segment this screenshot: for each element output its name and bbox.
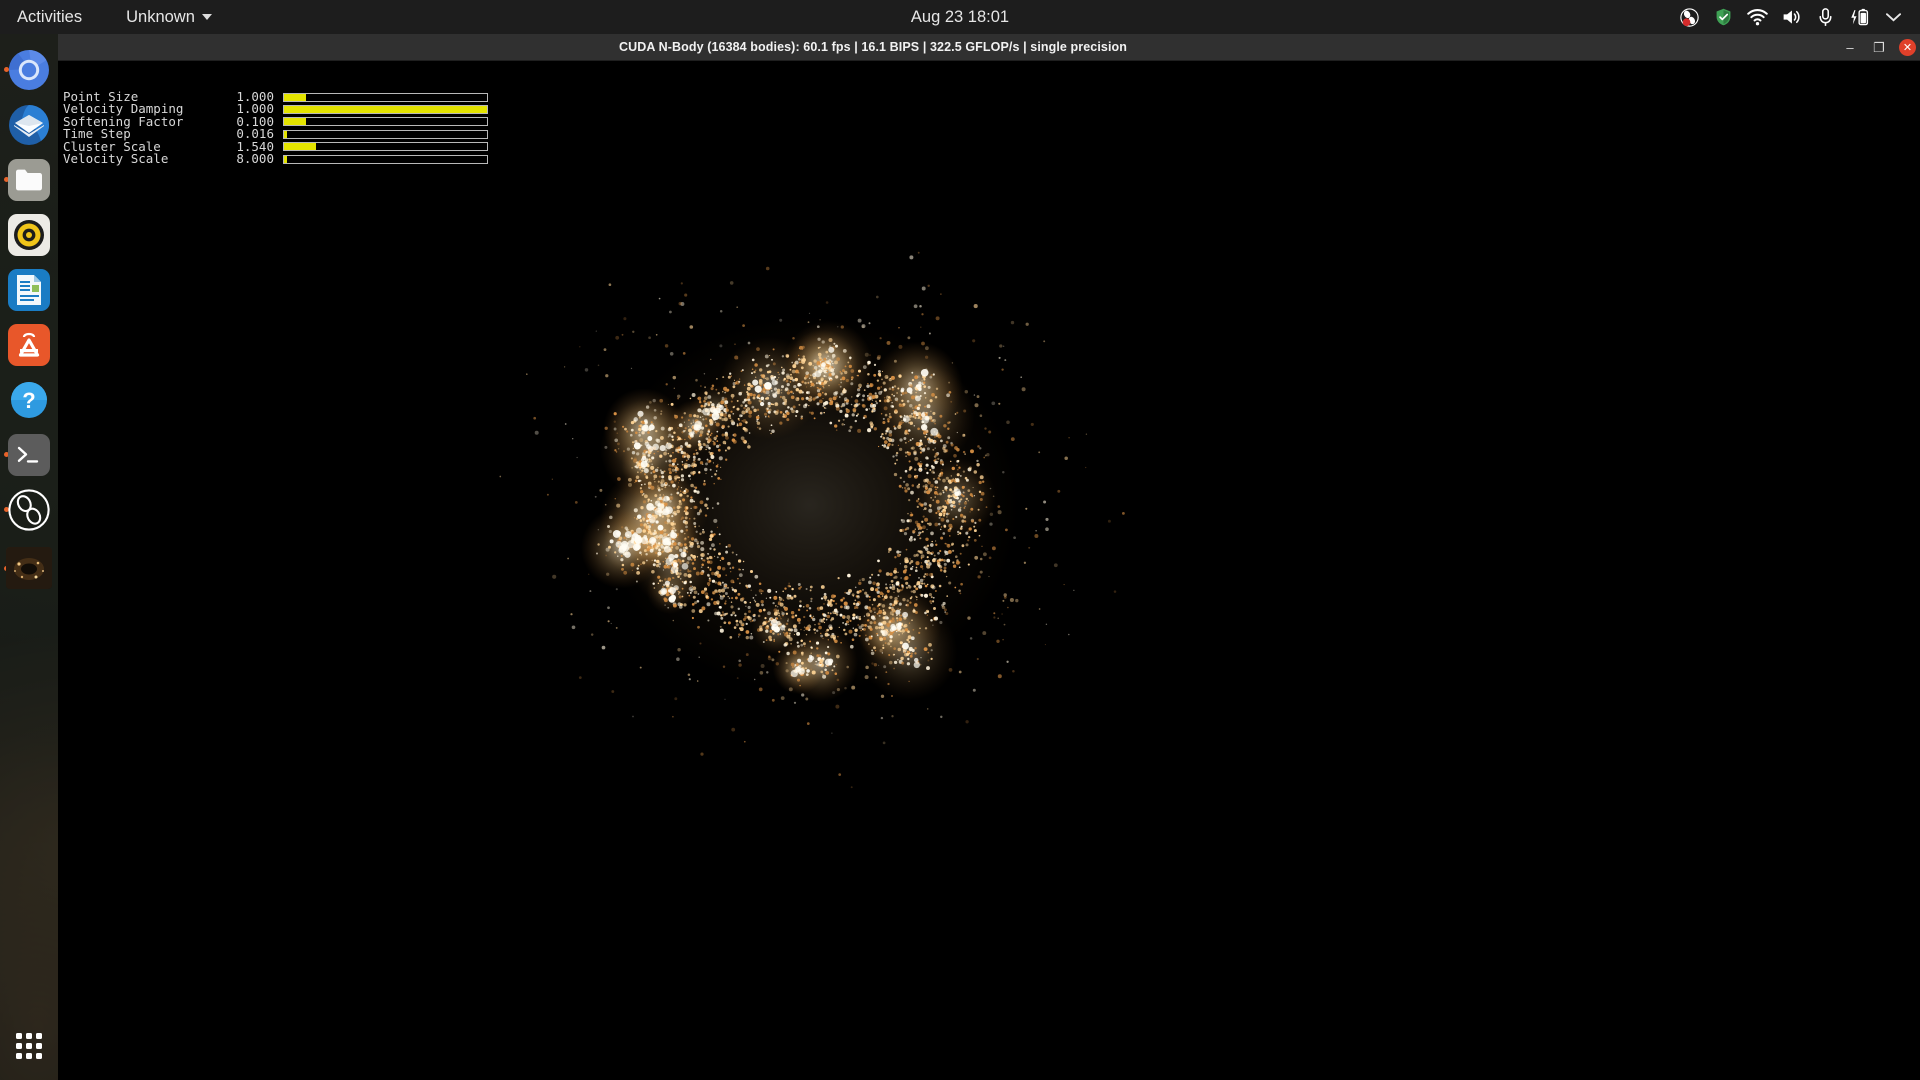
- obs-icon: [8, 488, 50, 531]
- param-slider-fill: [284, 106, 487, 114]
- libreoffice-writer-icon: [8, 268, 50, 311]
- dock-item-terminal[interactable]: [0, 427, 58, 482]
- dock-item-nbody[interactable]: [0, 537, 58, 599]
- param-slider[interactable]: [283, 105, 488, 115]
- cuda-nbody-window: CUDA N-Body (16384 bodies): 60.1 fps | 1…: [58, 34, 1920, 1080]
- app-grid-icon: [16, 1033, 42, 1059]
- minimize-button[interactable]: –: [1837, 36, 1863, 59]
- top-bar: Activities Unknown Aug 23 18:01: [0, 0, 1920, 34]
- dock-item-help[interactable]: ?: [0, 372, 58, 427]
- clock-label[interactable]: Aug 23 18:01: [911, 8, 1009, 26]
- dock-item-libreoffice-writer[interactable]: [0, 262, 58, 317]
- activities-button[interactable]: Activities: [0, 0, 96, 34]
- param-slider-fill: [284, 130, 288, 138]
- window-controls: – ❐ ✕: [1837, 34, 1916, 61]
- system-tray: [1672, 0, 1910, 34]
- param-slider[interactable]: [283, 92, 488, 102]
- system-menu-chevron-icon[interactable]: [1876, 0, 1910, 34]
- shield-icon[interactable]: [1706, 0, 1740, 34]
- show-applications-button[interactable]: [0, 1020, 58, 1072]
- close-button[interactable]: ✕: [1899, 39, 1916, 56]
- svg-text:?: ?: [22, 388, 35, 413]
- dock: ?: [0, 34, 58, 1080]
- dock-item-files[interactable]: [0, 152, 58, 207]
- param-slider[interactable]: [283, 142, 488, 152]
- battery-charging-icon[interactable]: [1842, 0, 1876, 34]
- app-menu-button[interactable]: Unknown: [126, 0, 212, 34]
- param-row[interactable]: Velocity Scale 8.000: [63, 150, 488, 166]
- dock-item-rhythmbox[interactable]: [0, 207, 58, 262]
- window-title: CUDA N-Body (16384 bodies): 60.1 fps | 1…: [618, 40, 1128, 54]
- dock-item-thunderbird[interactable]: [0, 97, 58, 152]
- chromium-icon: [8, 49, 50, 91]
- param-slider-fill: [284, 118, 307, 126]
- obs-recording-icon[interactable]: [1672, 0, 1706, 34]
- terminal-icon: [8, 433, 50, 476]
- nbody-window-thumbnail: [6, 547, 52, 589]
- dock-item-obs[interactable]: [0, 482, 58, 537]
- rhythmbox-icon: [8, 213, 50, 256]
- param-slider[interactable]: [283, 154, 488, 164]
- chevron-down-icon: [201, 14, 212, 20]
- microphone-icon[interactable]: [1808, 0, 1842, 34]
- activities-label: Activities: [17, 7, 83, 26]
- nbody-simulation-canvas[interactable]: Point Size 1.000 Velocity Damping 1.000 …: [58, 61, 1920, 1080]
- parameter-panel: Point Size 1.000 Velocity Damping 1.000 …: [63, 90, 488, 166]
- window-titlebar[interactable]: CUDA N-Body (16384 bodies): 60.1 fps | 1…: [58, 34, 1920, 61]
- app-menu-label: Unknown: [126, 7, 195, 26]
- help-icon: ?: [8, 379, 50, 421]
- param-slider-fill: [284, 143, 317, 151]
- dock-item-ubuntu-software[interactable]: [0, 317, 58, 372]
- param-slider[interactable]: [283, 117, 488, 127]
- ubuntu-software-icon: [8, 323, 50, 366]
- files-icon: [8, 158, 50, 201]
- thunderbird-icon: [8, 104, 50, 146]
- param-label: Velocity Scale: [63, 150, 169, 166]
- param-slider[interactable]: [283, 129, 488, 139]
- param-value: 8.000: [236, 150, 274, 166]
- param-slider-fill: [284, 93, 307, 101]
- volume-icon[interactable]: [1774, 0, 1808, 34]
- particle-galaxy: [499, 251, 1125, 789]
- maximize-button[interactable]: ❐: [1866, 36, 1892, 59]
- clock: Aug 23 18:01: [0, 8, 1920, 27]
- dock-item-chromium[interactable]: [0, 42, 58, 97]
- param-slider-fill: [284, 155, 288, 163]
- wifi-icon[interactable]: [1740, 0, 1774, 34]
